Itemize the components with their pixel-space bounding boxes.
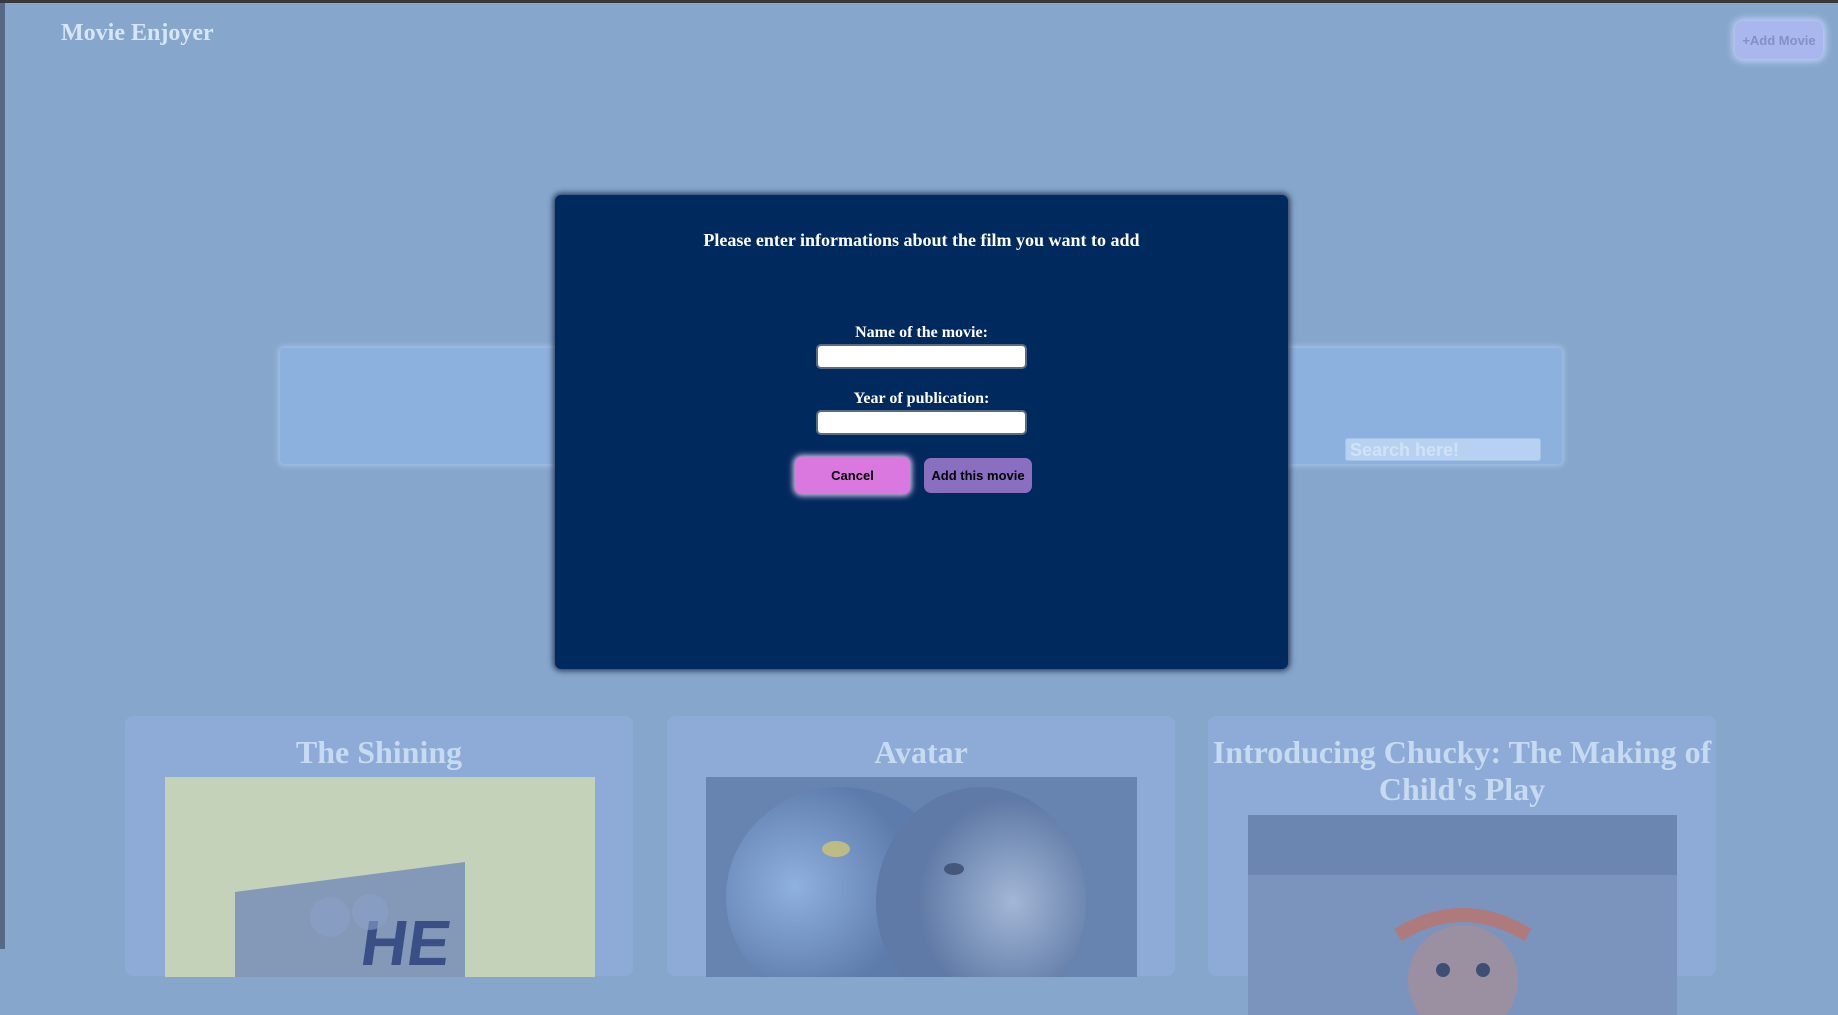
movie-poster: HE: [165, 777, 595, 977]
app-title: Movie Enjoyer: [61, 20, 214, 46]
movie-title: The Shining: [295, 734, 463, 770]
movie-poster: [1248, 815, 1677, 1015]
movie-name-input[interactable]: [816, 344, 1027, 369]
add-this-movie-button[interactable]: Add this movie: [924, 458, 1032, 493]
window-left-border: [0, 0, 5, 949]
movie-name-label: Name of the movie:: [855, 324, 988, 341]
movie-card[interactable]: Introducing Chucky: The Making of Child'…: [1208, 716, 1716, 1015]
movie-poster: [706, 777, 1137, 977]
movie-title: Introducing Chucky: The Making of Child'…: [1212, 734, 1712, 807]
window-top-border: [0, 0, 1838, 3]
movie-card[interactable]: Avatar: [667, 716, 1175, 977]
movie-year-label: Year of publication:: [853, 390, 990, 407]
add-movie-button[interactable]: +Add Movie: [1735, 21, 1823, 59]
poster-art: [1248, 815, 1677, 1015]
movie-card[interactable]: The Shining HE: [125, 716, 633, 977]
poster-art: HE: [235, 862, 465, 977]
search-input[interactable]: Search here!: [1345, 438, 1541, 461]
cancel-button[interactable]: Cancel: [795, 457, 910, 494]
add-movie-dialog: Please enter informations about the film…: [555, 195, 1288, 669]
movie-year-input[interactable]: [816, 410, 1027, 435]
dialog-title: Please enter informations about the film…: [703, 230, 1140, 250]
movie-title: Avatar: [874, 734, 968, 770]
poster-art: [706, 777, 1137, 977]
